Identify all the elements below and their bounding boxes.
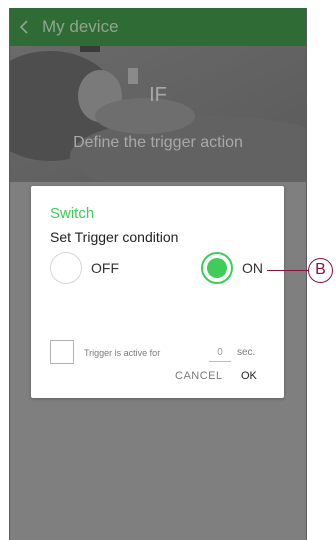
off-radio-button[interactable]	[50, 252, 82, 284]
back-arrow-icon[interactable]	[10, 8, 38, 46]
banner-subtitle: Define the trigger action	[73, 134, 243, 151]
trigger-banner-image: IF Define the trigger action	[10, 46, 306, 182]
app-header: My device	[10, 8, 306, 46]
if-label: IF	[149, 84, 167, 106]
cancel-button[interactable]: CANCEL	[175, 370, 223, 382]
dialog-subtitle: Set Trigger condition	[50, 229, 179, 245]
callout-marker: B	[308, 258, 333, 283]
trigger-dialog: Switch Set Trigger condition OFF ON Trig…	[31, 186, 284, 398]
banner-photo	[10, 46, 306, 182]
trigger-active-checkbox[interactable]	[50, 340, 74, 364]
phone-screen: My device IF Define the trigger action S…	[9, 8, 307, 540]
seconds-input[interactable]	[209, 343, 231, 362]
callout-leader-line	[267, 270, 308, 271]
on-option-label[interactable]: ON	[242, 260, 263, 276]
off-option-label[interactable]: OFF	[91, 260, 119, 276]
trigger-active-label: Trigger is active for	[84, 348, 161, 358]
dialog-title: Switch	[50, 205, 95, 222]
on-radio-button[interactable]	[201, 252, 233, 284]
page-title: My device	[42, 17, 119, 36]
seconds-unit-label: sec.	[237, 347, 256, 358]
ok-button[interactable]: OK	[241, 370, 257, 382]
radio-selected-dot	[207, 258, 227, 278]
